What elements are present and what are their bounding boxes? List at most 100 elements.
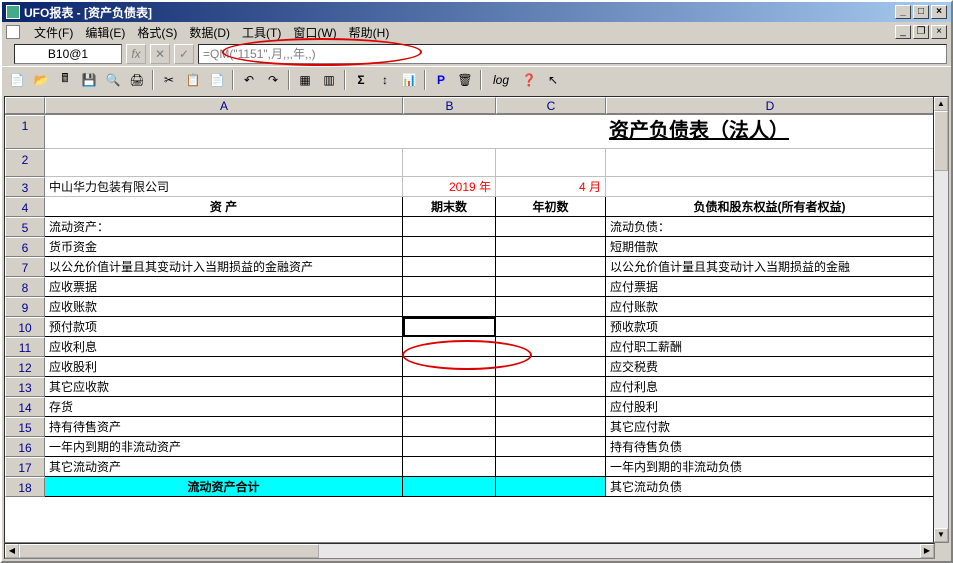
cell-reference[interactable]: B10@1 (14, 44, 122, 64)
child-minimize-button[interactable]: _ (895, 25, 911, 39)
cell[interactable] (403, 257, 496, 277)
row-header-3[interactable]: 3 (5, 177, 45, 197)
menu-data[interactable]: 数据(D) (183, 24, 236, 41)
cell[interactable]: 其它流动资产 (45, 457, 403, 477)
cell[interactable] (403, 277, 496, 297)
cell[interactable] (403, 297, 496, 317)
cell[interactable] (496, 217, 606, 237)
trash-button[interactable]: 🗑 (454, 69, 476, 91)
menu-file[interactable]: 文件(F) (28, 24, 79, 41)
row-header-9[interactable]: 9 (5, 297, 45, 317)
close-button[interactable]: × (931, 5, 947, 19)
cell[interactable] (403, 337, 496, 357)
menu-edit[interactable]: 编辑(E) (79, 24, 131, 41)
cell[interactable]: 应付账款 (606, 297, 934, 317)
insert-row-button[interactable]: ▦ (294, 69, 316, 91)
row-header-6[interactable]: 6 (5, 237, 45, 257)
cell[interactable]: 应收票据 (45, 277, 403, 297)
row-header-13[interactable]: 13 (5, 377, 45, 397)
cell[interactable]: 中山华力包装有限公司 (45, 177, 403, 197)
help-button[interactable]: ❓ (518, 69, 540, 91)
horizontal-scrollbar[interactable]: ◀ ▶ (4, 543, 935, 559)
cell[interactable] (496, 377, 606, 397)
row-header-7[interactable]: 7 (5, 257, 45, 277)
row-header-15[interactable]: 15 (5, 417, 45, 437)
cell[interactable]: 其它应付款 (606, 417, 934, 437)
title-cell[interactable]: 资产负债表（法人） (45, 115, 934, 149)
cell[interactable] (496, 397, 606, 417)
delta-button[interactable]: ↕ (374, 69, 396, 91)
cell[interactable]: 其它流动负债 (606, 477, 934, 497)
scroll-up-button[interactable]: ▲ (934, 97, 948, 111)
formula-input[interactable]: =QM("1151",月,,,年,,) (198, 44, 947, 64)
menu-format[interactable]: 格式(S) (131, 24, 183, 41)
cell[interactable] (606, 177, 934, 197)
cell[interactable]: 应付职工薪酬 (606, 337, 934, 357)
cell[interactable]: 期末数 (403, 197, 496, 217)
p-button[interactable]: P (430, 69, 452, 91)
cell[interactable] (403, 417, 496, 437)
open-button[interactable]: 📂 (30, 69, 52, 91)
minimize-button[interactable]: _ (895, 5, 911, 19)
row-header-18[interactable]: 18 (5, 477, 45, 497)
cell[interactable]: 一年内到期的非流动负债 (606, 457, 934, 477)
cell[interactable]: 流动资产合计 (45, 477, 403, 497)
paste-button[interactable]: 📄 (206, 69, 228, 91)
child-restore-button[interactable]: ❐ (913, 25, 929, 39)
scroll-down-button[interactable]: ▼ (934, 528, 948, 542)
scroll-left-button[interactable]: ◀ (5, 544, 19, 558)
cell[interactable]: 应交税费 (606, 357, 934, 377)
cell[interactable] (403, 149, 496, 177)
cell[interactable] (606, 149, 934, 177)
cell[interactable]: 4 月 (496, 177, 606, 197)
cell[interactable] (496, 357, 606, 377)
cell[interactable] (403, 217, 496, 237)
menu-tool[interactable]: 工具(T) (236, 24, 287, 41)
fx-button[interactable]: fx (126, 44, 146, 64)
menu-help[interactable]: 帮助(H) (343, 24, 396, 41)
arrow-button[interactable]: ↖ (542, 69, 564, 91)
cell[interactable]: 应付利息 (606, 377, 934, 397)
col-header-d[interactable]: D (606, 97, 934, 114)
row-header-5[interactable]: 5 (5, 217, 45, 237)
accept-formula-button[interactable]: ✓ (174, 44, 194, 64)
row-header-11[interactable]: 11 (5, 337, 45, 357)
cell[interactable] (403, 377, 496, 397)
cell[interactable] (496, 277, 606, 297)
cell[interactable]: 持有待售负债 (606, 437, 934, 457)
cell[interactable]: 2019 年 (403, 177, 496, 197)
cell[interactable]: 货币资金 (45, 237, 403, 257)
cut-button[interactable]: ✂ (158, 69, 180, 91)
copy-button[interactable]: 📋 (182, 69, 204, 91)
row-header-10[interactable]: 10 (5, 317, 45, 337)
cell[interactable] (496, 457, 606, 477)
cell[interactable] (496, 149, 606, 177)
cell[interactable] (496, 297, 606, 317)
cell[interactable]: 应付股利 (606, 397, 934, 417)
sum-button[interactable]: Σ (350, 69, 372, 91)
row-header-8[interactable]: 8 (5, 277, 45, 297)
maximize-button[interactable]: □ (913, 5, 929, 19)
cell[interactable] (403, 477, 496, 497)
cell[interactable] (403, 457, 496, 477)
child-close-button[interactable]: × (931, 25, 947, 39)
cell[interactable]: 应付票据 (606, 277, 934, 297)
cell[interactable]: 预付款项 (45, 317, 403, 337)
row-header-4[interactable]: 4 (5, 197, 45, 217)
cell[interactable]: 负债和股东权益(所有者权益) (606, 197, 934, 217)
row-header-14[interactable]: 14 (5, 397, 45, 417)
calc-button[interactable]: 🖩 (54, 69, 76, 91)
cell[interactable]: 以公允价值计量且其变动计入当期损益的金融 (606, 257, 934, 277)
cell[interactable] (45, 149, 403, 177)
cell[interactable]: 以公允价值计量且其变动计入当期损益的金融资产 (45, 257, 403, 277)
undo-button[interactable]: ↶ (238, 69, 260, 91)
cell[interactable]: 应收股利 (45, 357, 403, 377)
cell[interactable] (496, 477, 606, 497)
insert-col-button[interactable]: ▥ (318, 69, 340, 91)
save-button[interactable]: 💾 (78, 69, 100, 91)
preview-button[interactable]: 🔍 (102, 69, 124, 91)
cell[interactable] (403, 397, 496, 417)
cell[interactable] (496, 417, 606, 437)
row-header-2[interactable]: 2 (5, 149, 45, 177)
corner-cell[interactable] (5, 97, 45, 114)
